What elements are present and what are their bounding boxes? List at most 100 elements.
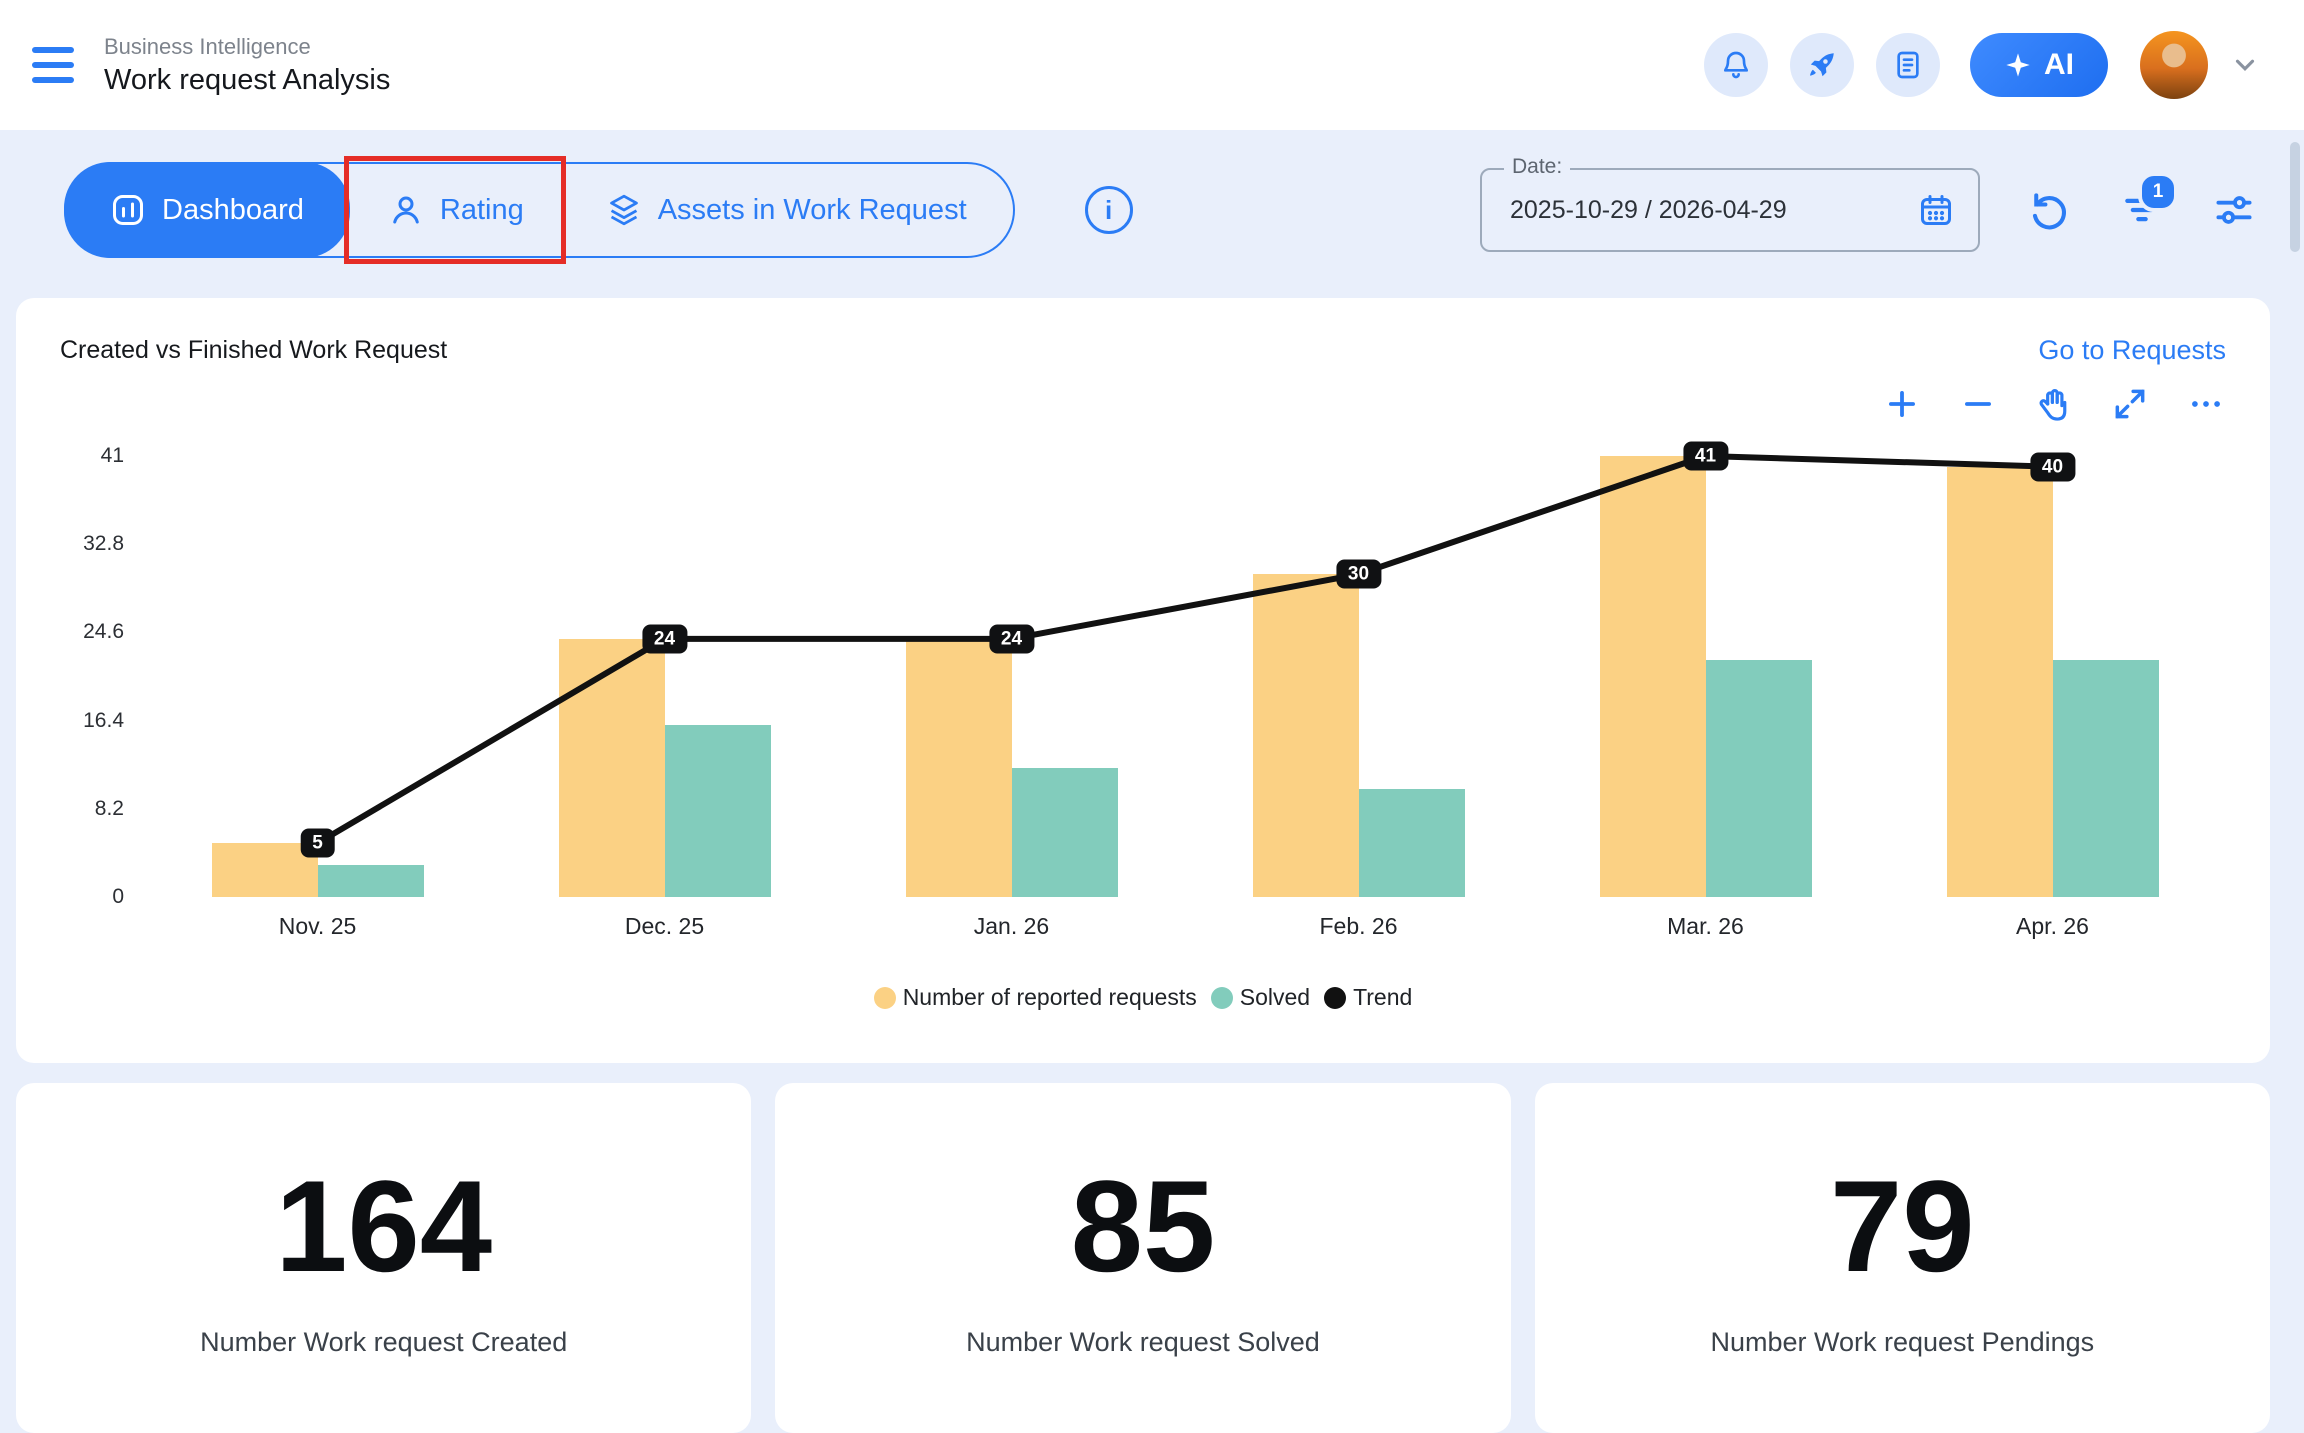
x-tick-label: Feb. 26 [1185,913,1532,940]
date-range-field[interactable]: Date: 2025-10-29 / 2026-04-29 [1480,168,1980,252]
legend-dot [1211,987,1233,1009]
stat-card-pendings: 79 Number Work request Pendings [1535,1083,2270,1433]
legend-label: Trend [1353,984,1412,1011]
y-tick-label: 0 [112,885,124,909]
stat-value: 79 [1830,1161,1975,1291]
tab-group: Dashboard Rating [64,162,1015,258]
app-subtitle: Business Intelligence [104,34,390,60]
header-titles: Business Intelligence Work request Analy… [104,34,390,97]
tab-assets-label: Assets in Work Request [658,194,967,227]
ai-button[interactable]: AI [1970,33,2108,97]
x-tick-label: Apr. 26 [1879,913,2226,940]
date-range-value: 2025-10-29 / 2026-04-29 [1510,196,1787,225]
tab-dashboard-label: Dashboard [162,194,304,227]
legend-item[interactable]: Trend [1324,984,1412,1011]
x-tick-label: Nov. 25 [144,913,491,940]
bar-solved[interactable] [318,865,424,897]
person-icon [388,192,424,228]
x-axis: Nov. 25Dec. 25Jan. 26Feb. 26Mar. 26Apr. … [144,913,2226,940]
date-field-label: Date: [1504,155,1570,179]
bar-solved[interactable] [665,725,771,897]
bar-reported[interactable] [1253,574,1359,897]
trend-point-label: 24 [642,624,687,653]
settings-sliders-button[interactable] [2212,188,2256,232]
stat-card-solved: 85 Number Work request Solved [775,1083,1510,1433]
bar-reported[interactable] [906,639,1012,897]
x-tick-label: Jan. 26 [838,913,1185,940]
bar-solved[interactable] [1706,660,1812,897]
bar-solved[interactable] [1359,789,1465,897]
tab-rating-label: Rating [440,194,524,227]
chart-card: Created vs Finished Work Request Go to R… [16,298,2270,1063]
stat-label: Number Work request Pendings [1710,1327,2094,1358]
ai-button-label: AI [2044,48,2074,82]
calendar-icon[interactable] [1918,192,1954,228]
bar-solved[interactable] [2053,660,2159,897]
notes-button[interactable] [1876,33,1940,97]
zoom-in-icon[interactable] [1882,384,1922,424]
info-icon[interactable]: i [1085,186,1133,234]
legend-dot [1324,987,1346,1009]
trend-point-label: 30 [1336,560,1381,589]
rocket-button[interactable] [1790,33,1854,97]
avatar[interactable] [2140,31,2208,99]
legend-label: Number of reported requests [903,984,1197,1011]
document-icon [1892,49,1924,81]
y-tick-label: 8.2 [95,797,124,821]
stat-value: 85 [1071,1161,1216,1291]
top-bar: Business Intelligence Work request Analy… [0,0,2304,130]
legend-item[interactable]: Number of reported requests [874,984,1197,1011]
more-options-icon[interactable] [2186,384,2226,424]
stats-row: 164 Number Work request Created 85 Numbe… [16,1083,2270,1433]
bar-group [1879,467,2226,897]
tab-dashboard[interactable]: Dashboard [64,162,350,258]
x-tick-label: Dec. 25 [491,913,838,940]
stat-label: Number Work request Solved [966,1327,1320,1358]
pan-hand-icon[interactable] [2034,384,2074,424]
chart-legend: Number of reported requests Solved Trend [60,984,2226,1011]
go-to-requests-link[interactable]: Go to Requests [2038,335,2226,366]
y-tick-label: 24.6 [83,620,124,644]
plot: 52424304140 [144,456,2226,897]
tab-assets-in-work-request[interactable]: Assets in Work Request [564,164,1013,256]
bar-solved[interactable] [1012,768,1118,897]
notifications-button[interactable] [1704,33,1768,97]
filter-badge: 1 [2138,172,2178,212]
y-tick-label: 41 [101,444,124,468]
bar-reported[interactable] [1600,456,1706,897]
rocket-icon [1806,49,1838,81]
layers-icon [606,192,642,228]
trend-point-label: 5 [300,829,335,858]
legend-dot [874,987,896,1009]
trend-point-label: 24 [989,624,1034,653]
menu-icon[interactable] [32,47,74,83]
chevron-down-icon[interactable] [2230,50,2260,80]
fullscreen-icon[interactable] [2110,384,2150,424]
legend-label: Solved [1240,984,1310,1011]
filter-button[interactable]: 1 [2120,188,2164,232]
trend-point-label: 40 [2030,452,2075,481]
bar-reported[interactable] [1947,467,2053,897]
refresh-button[interactable] [2028,188,2072,232]
trend-point-label: 41 [1683,442,1728,471]
bell-icon [1720,49,1752,81]
bar-group [838,639,1185,897]
x-tick-label: Mar. 26 [1532,913,1879,940]
bar-group [1185,574,1532,897]
bar-reported[interactable] [559,639,665,897]
y-axis: 08.216.424.632.841 [60,456,144,897]
chart-title: Created vs Finished Work Request [60,336,447,365]
stat-card-created: 164 Number Work request Created [16,1083,751,1433]
zoom-out-icon[interactable] [1958,384,1998,424]
bar-group [1532,456,1879,897]
toolbar-row: Dashboard Rating [64,162,2256,258]
sparkle-icon [2004,51,2032,79]
y-tick-label: 16.4 [83,709,124,733]
dashboard-icon [110,192,146,228]
legend-item[interactable]: Solved [1211,984,1310,1011]
tab-rating[interactable]: Rating [348,164,564,256]
stat-value: 164 [275,1161,492,1291]
chart-toolbar [60,382,2226,426]
stat-label: Number Work request Created [200,1327,567,1358]
scrollbar-thumb[interactable] [2290,142,2300,252]
